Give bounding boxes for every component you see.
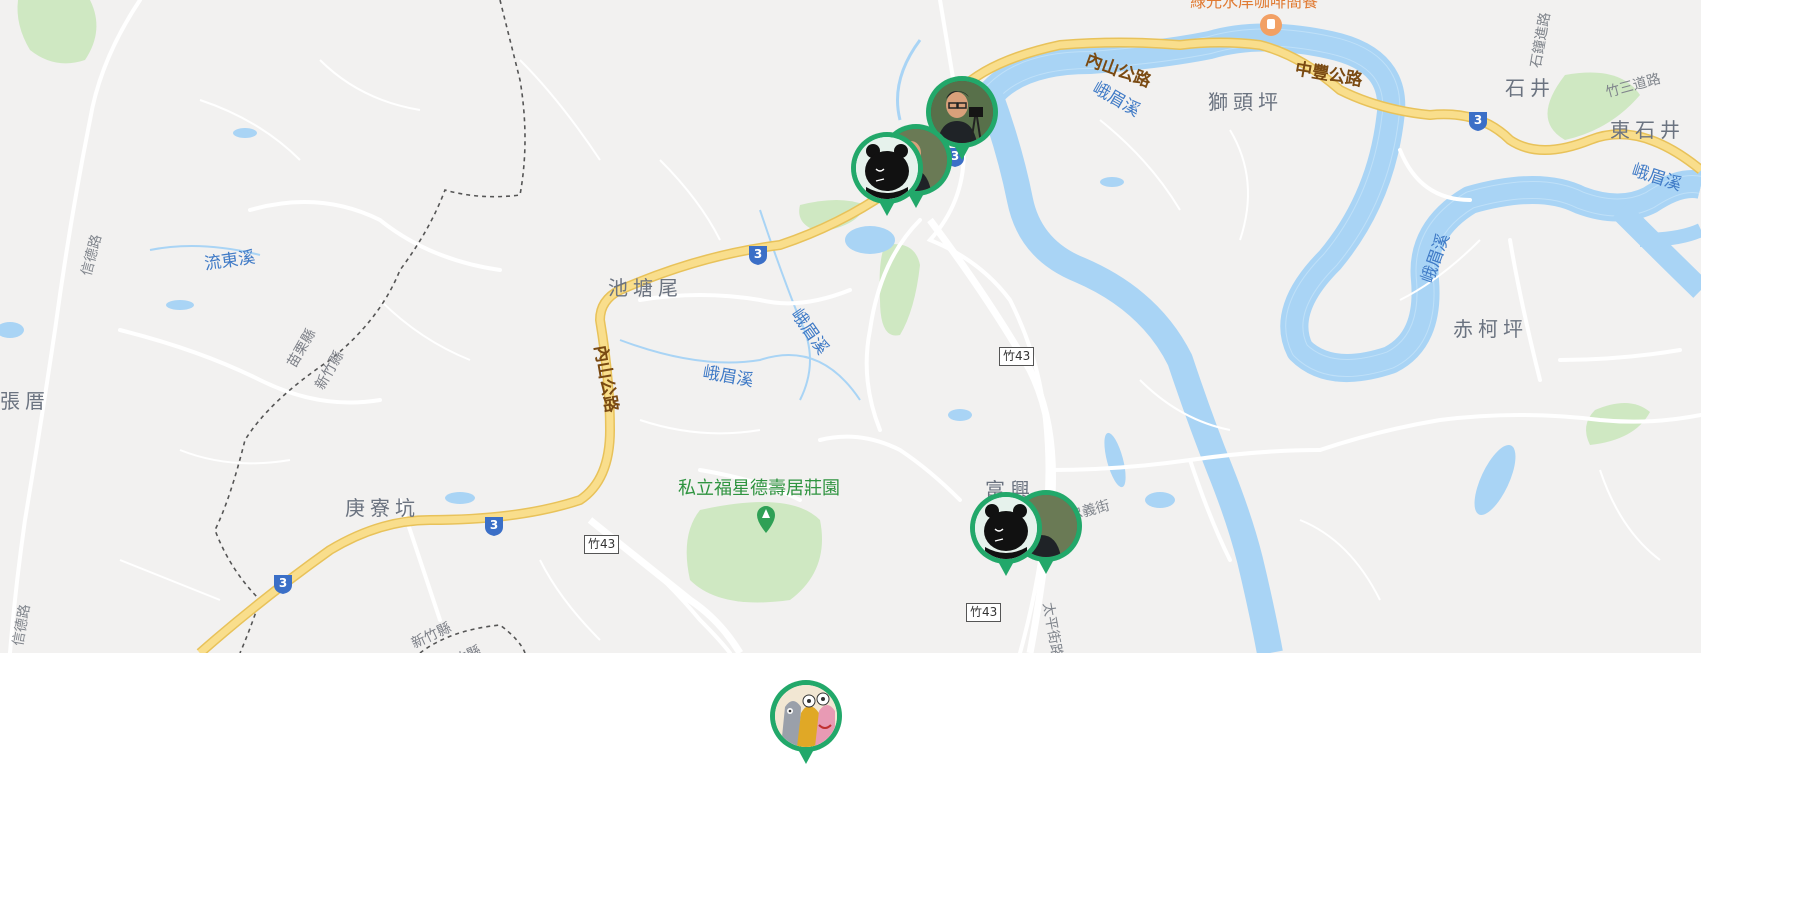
map-canvas — [0, 0, 1701, 653]
route-shield: 3 — [747, 244, 769, 266]
place-label-dongshijing: 東石井 — [1610, 118, 1685, 142]
route-shield: 3 — [483, 515, 505, 537]
avatar — [975, 497, 1037, 559]
place-label-chitangwei: 池塘尾 — [608, 276, 683, 300]
poi-label: 綠光水岸咖啡簡餐 — [1190, 0, 1319, 11]
restaurant-pin-icon[interactable] — [1258, 13, 1284, 43]
bear-marker[interactable] — [851, 132, 923, 226]
route-shield: 3 — [1467, 110, 1489, 132]
map-view[interactable]: 綠光水岸咖啡簡餐 私立福星德壽居莊園 獅頭坪 石井 東石井 赤柯坪 池塘尾 庚寮… — [0, 0, 1701, 653]
place-label-shitouping: 獅頭坪 — [1208, 90, 1283, 114]
county-road-box: 竹43 — [584, 535, 620, 554]
place-label-gengliaokeng: 庚寮坑 — [345, 496, 420, 520]
cartoon-marker[interactable] — [770, 680, 842, 774]
avatar — [856, 137, 918, 199]
county-road-box: 竹43 — [966, 603, 1002, 622]
park-pin-icon[interactable] — [754, 504, 778, 534]
avatar — [775, 685, 837, 747]
place-label-zhangcuo: 張厝 — [0, 389, 50, 413]
place-label-chikeping: 赤柯坪 — [1453, 317, 1528, 341]
place-label-shijing: 石井 — [1505, 76, 1555, 100]
bear-marker-fuxing[interactable] — [970, 492, 1042, 586]
route-shield: 3 — [272, 573, 294, 595]
county-road-box: 竹43 — [999, 347, 1035, 366]
park-label: 私立福星德壽居莊園 — [678, 478, 840, 499]
